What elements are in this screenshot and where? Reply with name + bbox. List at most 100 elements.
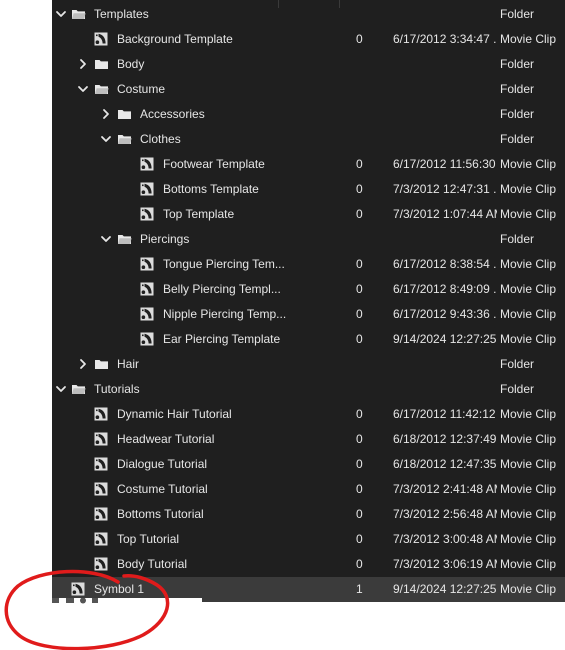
date-modified: 6/18/2012 12:37:49...: [393, 432, 497, 446]
item-type: Folder: [500, 82, 535, 96]
chevron-right-icon[interactable]: [100, 108, 112, 120]
chevron-down-icon[interactable]: [100, 233, 112, 245]
movie-clip-icon: [140, 157, 154, 171]
item-type: Movie Clip: [500, 257, 557, 271]
chevron-right-icon[interactable]: [77, 358, 89, 370]
movie-clip-icon: [94, 557, 108, 571]
item-type: Movie Clip: [500, 282, 557, 296]
symbol-row[interactable]: Costume Tutorial 0 7/3/2012 2:41:48 AM Movi…: [52, 477, 565, 502]
folder-icon: [72, 385, 86, 394]
item-name: Nipple Piercing Temp...: [163, 307, 287, 321]
symbol-row[interactable]: Top Template 0 7/3/2012 1:07:44 AM Movie Cl…: [52, 202, 565, 227]
symbol-row[interactable]: Headwear Tutorial 0 6/18/2012 12:37:49... M…: [52, 427, 565, 452]
movie-clip-icon: [94, 457, 108, 471]
item-type: Movie Clip: [500, 207, 557, 221]
item-name: Belly Piercing Templ...: [163, 282, 281, 296]
folder-row[interactable]: Clothes Folder: [52, 127, 565, 152]
date-modified: 7/3/2012 2:41:48 AM: [393, 482, 497, 496]
item-type: Folder: [500, 232, 535, 246]
symbol-row[interactable]: Body Tutorial 0 7/3/2012 3:06:19 AM Movie C…: [52, 552, 565, 577]
item-name: Piercings: [140, 232, 190, 246]
item-type: Folder: [500, 132, 535, 146]
item-type: Folder: [500, 382, 535, 396]
chevron-down-icon[interactable]: [77, 83, 89, 95]
item-name: Costume: [117, 82, 166, 96]
use-count: 0: [356, 157, 363, 171]
item-name: Top Tutorial: [117, 532, 180, 546]
new-folder-icon[interactable]: [66, 598, 74, 603]
movie-clip-icon: [94, 532, 108, 546]
folder-icon: [95, 85, 109, 94]
symbol-row[interactable]: Bottoms Template 0 7/3/2012 12:47:31 ... Mo…: [52, 177, 565, 202]
folder-icon: [72, 10, 86, 19]
use-count: 0: [356, 557, 363, 571]
movie-clip-icon: [71, 582, 85, 596]
date-modified: 7/3/2012 3:00:48 AM: [393, 532, 497, 546]
item-name: Tutorials: [94, 382, 140, 396]
folder-row[interactable]: Piercings Folder: [52, 227, 565, 252]
symbol-row[interactable]: Belly Piercing Templ... 0 6/17/2012 8:49:0…: [52, 277, 565, 302]
item-name: Costume Tutorial: [117, 482, 208, 496]
item-type: Folder: [500, 7, 535, 21]
item-type: Movie Clip: [500, 507, 557, 521]
use-count: 0: [356, 207, 363, 221]
symbol-row[interactable]: Nipple Piercing Temp... 0 6/17/2012 9:43:3…: [52, 302, 565, 327]
movie-clip-icon: [94, 32, 108, 46]
movie-clip-icon: [94, 507, 108, 521]
folder-row[interactable]: Templates Folder: [52, 2, 565, 27]
folder-icon: [118, 235, 132, 244]
item-name: Clothes: [140, 132, 181, 146]
item-name: Background Template: [117, 32, 233, 46]
item-type: Movie Clip: [500, 407, 557, 421]
delete-icon[interactable]: [92, 598, 98, 603]
library-panel: Templates Folder Background Template 0 6/17/…: [52, 0, 565, 602]
symbol-row[interactable]: Footwear Template 0 6/17/2012 11:56:30 ...…: [52, 152, 565, 177]
item-name: Accessories: [140, 107, 205, 121]
symbol-row[interactable]: Dynamic Hair Tutorial 0 6/17/2012 11:42:12…: [52, 402, 565, 427]
use-count: 0: [356, 407, 363, 421]
symbol-row[interactable]: Tongue Piercing Tem... 0 6/17/2012 8:38:54…: [52, 252, 565, 277]
use-count: 1: [356, 582, 363, 596]
item-type: Movie Clip: [500, 482, 557, 496]
symbol-row[interactable]: Top Tutorial 0 7/3/2012 3:00:48 AM Movie Cl…: [52, 527, 565, 552]
item-type: Movie Clip: [500, 332, 557, 346]
folder-icon: [95, 360, 108, 369]
use-count: 0: [356, 482, 363, 496]
chevron-right-icon[interactable]: [77, 58, 89, 70]
item-name: Dialogue Tutorial: [117, 457, 208, 471]
movie-clip-icon: [140, 307, 154, 321]
symbol-row[interactable]: Dialogue Tutorial 0 6/18/2012 12:47:35... M…: [52, 452, 565, 477]
item-name: Tongue Piercing Tem...: [163, 257, 285, 271]
item-type: Movie Clip: [500, 32, 557, 46]
symbol-row[interactable]: Background Template 0 6/17/2012 3:34:47 ..…: [52, 27, 565, 52]
folder-row[interactable]: Tutorials Folder: [52, 377, 565, 402]
date-modified: 6/17/2012 8:49:09 ...: [393, 282, 497, 296]
symbol-row[interactable]: Bottoms Tutorial 0 7/3/2012 2:56:48 AM Movi…: [52, 502, 565, 527]
chevron-down-icon[interactable]: [100, 133, 112, 145]
folder-row[interactable]: Costume Folder: [52, 77, 565, 102]
folder-icon: [95, 60, 108, 69]
folder-row[interactable]: Hair Folder: [52, 352, 565, 377]
folder-row[interactable]: Body Folder: [52, 52, 565, 77]
date-modified: 7/3/2012 2:56:48 AM: [393, 507, 497, 521]
item-name: Templates: [94, 7, 149, 21]
symbol-row[interactable]: Ear Piercing Template 0 9/14/2024 12:27:25…: [52, 327, 565, 352]
item-name: Bottoms Tutorial: [117, 507, 204, 521]
date-modified: 6/17/2012 3:34:47 ...: [393, 32, 497, 46]
panel-bottom-toolbar: [52, 598, 202, 605]
folder-row[interactable]: Accessories Folder: [52, 102, 565, 127]
chevron-down-icon[interactable]: [55, 383, 67, 395]
use-count: 0: [356, 32, 363, 46]
item-name: Bottoms Template: [163, 182, 259, 196]
use-count: 0: [356, 532, 363, 546]
item-type: Movie Clip: [500, 457, 557, 471]
new-symbol-icon[interactable]: [52, 598, 59, 603]
movie-clip-icon: [140, 207, 154, 221]
item-name: Body: [117, 57, 145, 71]
use-count: 0: [356, 182, 363, 196]
item-name: Footwear Template: [163, 157, 265, 171]
use-count: 0: [356, 257, 363, 271]
item-type: Movie Clip: [500, 582, 557, 596]
chevron-down-icon[interactable]: [55, 8, 67, 20]
date-modified: 7/3/2012 3:06:19 AM: [393, 557, 497, 571]
